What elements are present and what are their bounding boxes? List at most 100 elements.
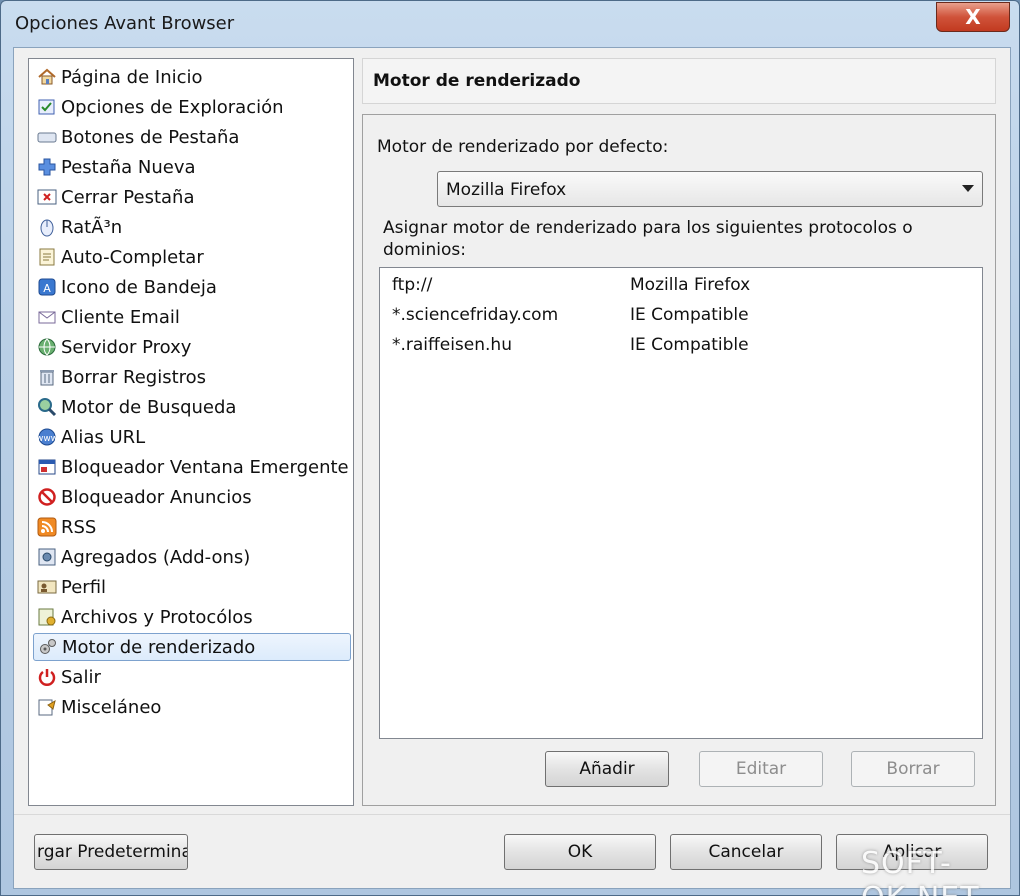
tab-buttons-icon xyxy=(36,126,58,148)
list-item[interactable]: *.sciencefriday.com IE Compatible xyxy=(380,301,980,329)
engine-cell: IE Compatible xyxy=(630,335,749,355)
add-button[interactable]: Añadir xyxy=(545,751,669,787)
ok-button[interactable]: OK xyxy=(504,834,656,870)
sidebar-item-label: RatÃ³n xyxy=(61,216,123,238)
close-button[interactable]: X xyxy=(936,2,1010,32)
title-bar: Opciones Avant Browser X xyxy=(1,1,1019,47)
sidebar-item-perfil[interactable]: Perfil xyxy=(33,573,351,601)
sidebar-item-bloqueador-ventana[interactable]: Bloqueador Ventana Emergente xyxy=(33,453,351,481)
sidebar-item-pestana-nueva[interactable]: Pestaña Nueva xyxy=(33,153,351,181)
sidebar-item-servidor-proxy[interactable]: Servidor Proxy xyxy=(33,333,351,361)
sidebar-item-label: Borrar Registros xyxy=(61,366,207,388)
popup-blocker-icon xyxy=(36,456,58,478)
sidebar-item-label: Alias URL xyxy=(61,426,146,448)
power-icon xyxy=(36,666,58,688)
sidebar-item-label: Misceláneo xyxy=(61,696,162,718)
url-alias-icon: www xyxy=(36,426,58,448)
options-window: Opciones Avant Browser X Página de Inici… xyxy=(0,0,1020,896)
sidebar-item-label: RSS xyxy=(61,516,97,538)
sidebar-item-cliente-email[interactable]: Cliente Email xyxy=(33,303,351,331)
sidebar-item-label: Cerrar Pestaña xyxy=(61,186,195,208)
sidebar-item-raton[interactable]: RatÃ³n xyxy=(33,213,351,241)
close-tab-icon xyxy=(36,186,58,208)
sidebar-item-label: Bloqueador Ventana Emergente xyxy=(61,456,349,478)
sidebar-item-label: Servidor Proxy xyxy=(61,336,192,358)
tray-icon: A xyxy=(36,276,58,298)
new-tab-icon xyxy=(36,156,58,178)
options-category-list[interactable]: Página de Inicio Opciones de Exploración… xyxy=(28,58,354,806)
engine-cell: IE Compatible xyxy=(630,305,749,325)
render-engine-settings: Motor de renderizado por defecto: Mozill… xyxy=(362,114,996,806)
rss-icon xyxy=(36,516,58,538)
sidebar-item-bloqueador-anuncios[interactable]: Bloqueador Anuncios xyxy=(33,483,351,511)
sidebar-item-botones-pestana[interactable]: Botones de Pestaña xyxy=(33,123,351,151)
sidebar-item-salir[interactable]: Salir xyxy=(33,663,351,691)
default-engine-value: Mozilla Firefox xyxy=(446,180,567,200)
window-title: Opciones Avant Browser xyxy=(15,13,235,34)
sidebar-item-label: Pestaña Nueva xyxy=(61,156,196,178)
engine-assignment-list[interactable]: ftp:// Mozilla Firefox *.sciencefriday.c… xyxy=(379,267,983,739)
trash-icon xyxy=(36,366,58,388)
page-title: Motor de renderizado xyxy=(373,71,581,91)
sidebar-item-label: Agregados (Add-ons) xyxy=(61,546,251,568)
list-item[interactable]: *.raiffeisen.hu IE Compatible xyxy=(380,331,980,359)
watermark-text: SOFT-OK.NET xyxy=(861,846,979,896)
footer-divider xyxy=(14,814,1010,815)
sidebar-item-borrar-registros[interactable]: Borrar Registros xyxy=(33,363,351,391)
sidebar-item-label: Motor de renderizado xyxy=(62,636,256,658)
default-engine-select[interactable]: Mozilla Firefox xyxy=(437,171,983,207)
domain-cell: *.sciencefriday.com xyxy=(392,305,559,325)
email-icon xyxy=(36,306,58,328)
misc-icon xyxy=(36,696,58,718)
sidebar-item-label: Opciones de Exploración xyxy=(61,96,284,118)
home-icon xyxy=(36,66,58,88)
sidebar-item-archivos-protocolos[interactable]: Archivos y Protocólos xyxy=(33,603,351,631)
profile-icon xyxy=(36,576,58,598)
sidebar-item-cerrar-pestana[interactable]: Cerrar Pestaña xyxy=(33,183,351,211)
default-engine-label: Motor de renderizado por defecto: xyxy=(377,137,669,157)
sidebar-item-agregados[interactable]: Agregados (Add-ons) xyxy=(33,543,351,571)
sidebar-item-alias-url[interactable]: www Alias URL xyxy=(33,423,351,451)
files-protocols-icon xyxy=(36,606,58,628)
edit-button[interactable]: Editar xyxy=(699,751,823,787)
sidebar-item-miscelaneo[interactable]: Misceláneo xyxy=(33,693,351,721)
sidebar-item-label: Motor de Busqueda xyxy=(61,396,237,418)
dialog-client-area: Página de Inicio Opciones de Exploración… xyxy=(13,47,1011,889)
sidebar-item-label: Cliente Email xyxy=(61,306,180,328)
mouse-icon xyxy=(36,216,58,238)
sidebar-item-pagina-inicio[interactable]: Página de Inicio xyxy=(33,63,351,91)
list-item[interactable]: ftp:// Mozilla Firefox xyxy=(380,271,980,299)
chevron-down-icon xyxy=(962,185,974,192)
panel-header: Motor de renderizado xyxy=(362,58,996,104)
assign-engine-label: Asignar motor de renderizado para los si… xyxy=(383,218,913,260)
sidebar-item-label: Bloqueador Anuncios xyxy=(61,486,252,508)
autocomplete-icon xyxy=(36,246,58,268)
sidebar-item-label: Perfil xyxy=(61,576,107,598)
domain-cell: ftp:// xyxy=(392,275,433,295)
cancel-button[interactable]: Cancelar xyxy=(670,834,822,870)
sidebar-item-label: Salir xyxy=(61,666,101,688)
domain-cell: *.raiffeisen.hu xyxy=(392,335,512,355)
sidebar-item-icono-bandeja[interactable]: A Icono de Bandeja xyxy=(33,273,351,301)
sidebar-item-label: Archivos y Protocólos xyxy=(61,606,253,628)
sidebar-item-auto-completar[interactable]: Auto-Completar xyxy=(33,243,351,271)
sidebar-item-label: Página de Inicio xyxy=(61,66,203,88)
sidebar-item-opciones-exploracion[interactable]: Opciones de Exploración xyxy=(33,93,351,121)
engine-cell: Mozilla Firefox xyxy=(630,275,751,295)
sidebar-item-motor-busqueda[interactable]: Motor de Busqueda xyxy=(33,393,351,421)
sidebar-item-label: Icono de Bandeja xyxy=(61,276,217,298)
sidebar-item-label: Botones de Pestaña xyxy=(61,126,240,148)
addons-icon xyxy=(36,546,58,568)
proxy-icon xyxy=(36,336,58,358)
sidebar-item-rss[interactable]: RSS xyxy=(33,513,351,541)
ad-blocker-icon xyxy=(36,486,58,508)
sidebar-item-label: Auto-Completar xyxy=(61,246,204,268)
svg-text:www: www xyxy=(37,434,57,444)
load-defaults-button[interactable]: rgar Predetermina xyxy=(34,834,188,870)
render-engine-icon xyxy=(37,636,59,658)
svg-text:A: A xyxy=(43,282,51,295)
delete-button[interactable]: Borrar xyxy=(851,751,975,787)
sidebar-item-motor-renderizado[interactable]: Motor de renderizado xyxy=(33,633,351,661)
browse-options-icon xyxy=(36,96,58,118)
search-engine-icon xyxy=(36,396,58,418)
